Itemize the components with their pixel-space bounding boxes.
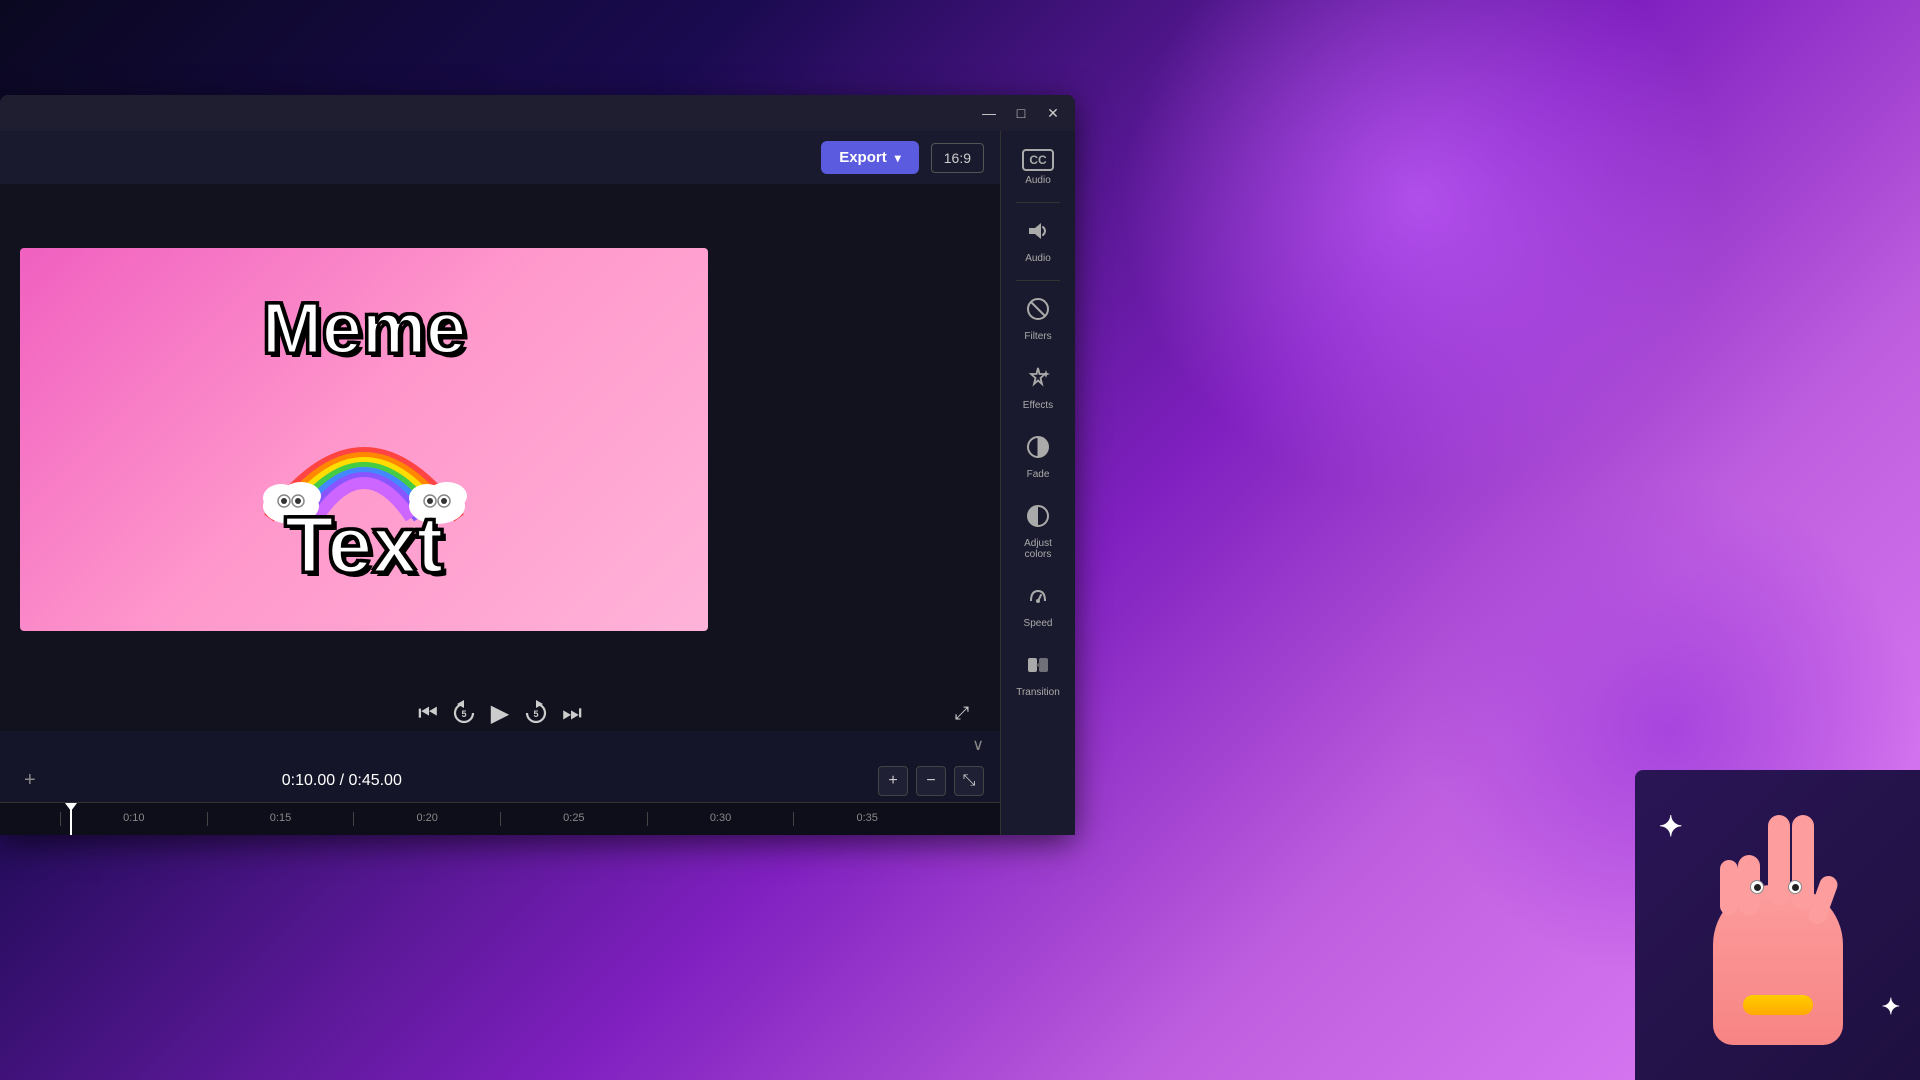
ruler-mark-4: 0:30 xyxy=(647,812,794,826)
sidebar-item-filters[interactable]: Filters xyxy=(1006,287,1071,352)
timeline-collapse-row: ∨ xyxy=(0,731,1000,759)
sidebar-item-transition[interactable]: Transition xyxy=(1006,643,1071,708)
fit-button[interactable]: ⤡ xyxy=(954,766,984,796)
adjust-colors-icon xyxy=(1026,504,1050,534)
sidebar-item-effects-label: Effects xyxy=(1023,400,1053,411)
sidebar-item-transition-label: Transition xyxy=(1016,687,1060,698)
transition-icon xyxy=(1026,653,1050,683)
ruler-mark-0: 0:10 xyxy=(60,812,207,826)
sidebar-item-speed[interactable]: Speed xyxy=(1006,574,1071,639)
maximize-button[interactable]: □ xyxy=(1007,99,1035,127)
timeline-ruler: 0:10 0:15 0:20 0:25 0:30 0:35 xyxy=(0,803,1000,835)
sidebar-item-adjust-colors-label: Adjust colors xyxy=(1012,538,1065,560)
playback-controls: ⏮ 5 ▶ 5 xyxy=(0,695,1000,731)
ruler-mark-3: 0:25 xyxy=(500,812,647,826)
minimize-button[interactable]: — xyxy=(975,99,1003,127)
export-button[interactable]: Export ▾ xyxy=(821,141,919,174)
skip-forward-button[interactable]: ⏭ xyxy=(554,695,590,731)
sidebar-item-audio-label: Audio xyxy=(1025,253,1051,264)
sidebar-item-audio[interactable]: Audio xyxy=(1006,209,1071,274)
playback-controls-container: ⏮ 5 ▶ 5 xyxy=(0,695,1000,731)
fade-icon xyxy=(1026,435,1050,465)
sidebar-item-effects[interactable]: Effects xyxy=(1006,356,1071,421)
thumbnail-character xyxy=(1678,805,1878,1045)
rewind5-button[interactable]: 5 xyxy=(446,695,482,731)
playhead[interactable] xyxy=(70,803,72,835)
editor-area: Export ▾ 16:9 Meme xyxy=(0,131,1000,835)
sidebar-divider-1 xyxy=(1016,202,1060,203)
zoom-out-button[interactable]: − xyxy=(916,766,946,796)
close-button[interactable]: ✕ xyxy=(1039,99,1067,127)
cc-icon: CC xyxy=(1022,149,1053,171)
skip-back-button[interactable]: ⏮ xyxy=(410,695,446,731)
play-button[interactable]: ▶ xyxy=(482,695,518,731)
svg-text:5: 5 xyxy=(533,709,538,719)
zoom-in-button[interactable]: + xyxy=(878,766,908,796)
svg-text:5: 5 xyxy=(461,709,466,719)
sidebar-item-fade[interactable]: Fade xyxy=(1006,425,1071,490)
preview-text-bottom: Text xyxy=(285,499,444,591)
sparkle-2-icon: ✦ xyxy=(1882,994,1900,1020)
speed-icon xyxy=(1026,584,1050,614)
timeline-zoom-controls: + − ⤡ xyxy=(878,766,984,796)
export-chevron-icon: ▾ xyxy=(895,151,901,165)
ruler-mark-5: 0:35 xyxy=(793,812,940,826)
effects-icon xyxy=(1026,366,1050,396)
ruler-marks: 0:10 0:15 0:20 0:25 0:30 0:35 xyxy=(0,812,1000,826)
content-area: Export ▾ 16:9 Meme xyxy=(0,131,1075,835)
sidebar-item-caption[interactable]: CC Audio xyxy=(1006,139,1071,196)
ruler-mark-2: 0:20 xyxy=(353,812,500,826)
ruler-mark-1: 0:15 xyxy=(207,812,354,826)
sidebar-item-filters-label: Filters xyxy=(1024,331,1051,342)
sidebar-item-fade-label: Fade xyxy=(1027,469,1050,480)
aspect-ratio-button[interactable]: 16:9 xyxy=(931,143,984,173)
timeline-header: + 0:10.00 / 0:45.00 + − ⤡ xyxy=(0,759,1000,803)
preview-canvas: Meme xyxy=(20,248,708,631)
timeline-collapse-button[interactable]: ∨ xyxy=(964,731,992,759)
speaker-icon xyxy=(1026,219,1050,249)
add-media-button[interactable]: + xyxy=(16,765,44,796)
title-bar: — □ ✕ xyxy=(0,95,1075,131)
preview-text-top: Meme xyxy=(262,288,466,370)
export-label: Export xyxy=(839,149,887,166)
right-sidebar: CC Audio Audio xyxy=(1000,131,1075,835)
expand-button[interactable]: ⤢ xyxy=(944,695,980,731)
app-window: — □ ✕ Export ▾ 16:9 Meme xyxy=(0,95,1075,835)
thumbnail-preview-card: ✦ xyxy=(1635,770,1920,1080)
filters-icon xyxy=(1026,297,1050,327)
sidebar-item-speed-label: Speed xyxy=(1024,618,1053,629)
sidebar-item-caption-label: Audio xyxy=(1025,175,1051,186)
timeline-time-display: 0:10.00 / 0:45.00 xyxy=(282,772,402,790)
toolbar: Export ▾ 16:9 xyxy=(0,131,1000,184)
preview-container: Meme xyxy=(0,184,1000,695)
sidebar-divider-2 xyxy=(1016,280,1060,281)
sidebar-item-adjust-colors[interactable]: Adjust colors xyxy=(1006,494,1071,570)
forward5-button[interactable]: 5 xyxy=(518,695,554,731)
